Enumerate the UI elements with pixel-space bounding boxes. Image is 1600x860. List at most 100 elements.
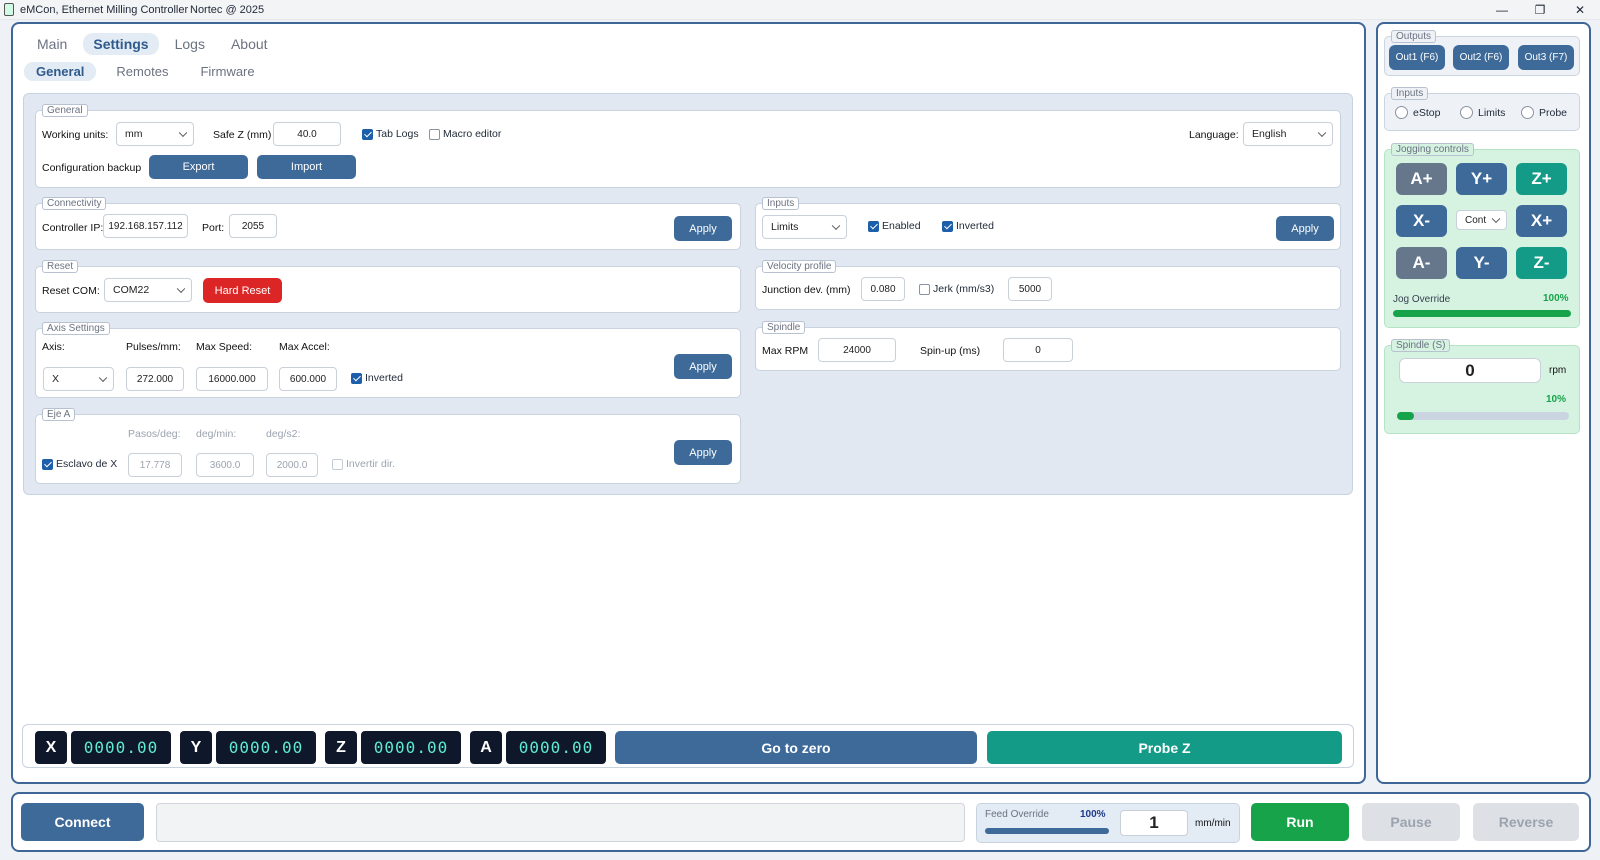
feed-override-slider[interactable] xyxy=(985,828,1109,834)
a-position: 0000.00 xyxy=(506,731,606,764)
pulses-input[interactable]: 272.000 xyxy=(126,367,184,391)
tab-logs[interactable]: Logs xyxy=(165,33,215,55)
jog-z-minus-button[interactable]: Z- xyxy=(1516,247,1567,279)
pasos-input[interactable]: 17.778 xyxy=(128,453,182,477)
max-accel-input[interactable]: 600.000 xyxy=(279,367,337,391)
chevron-down-icon xyxy=(178,128,188,138)
jog-x-minus-button[interactable]: X- xyxy=(1396,205,1447,237)
working-units-label: Working units: xyxy=(42,129,109,141)
out1-button[interactable]: Out1 (F6) xyxy=(1389,45,1445,70)
axis-apply-button[interactable]: Apply xyxy=(674,354,732,379)
max-rpm-input[interactable]: 24000 xyxy=(818,338,896,362)
junction-dev-input[interactable]: 0.080 xyxy=(861,277,905,301)
inputs-config-legend: Inputs xyxy=(762,197,800,210)
eje-a-apply-button[interactable]: Apply xyxy=(674,440,732,465)
settings-subtabs: General Remotes Firmware xyxy=(24,62,267,81)
spindle-config-group: Spindle Max RPM 24000 Spin-up (ms) 0 xyxy=(755,321,1341,371)
jogging-legend: Jogging controls xyxy=(1391,143,1474,156)
subtab-firmware[interactable]: Firmware xyxy=(188,62,266,81)
axis-settings-legend: Axis Settings xyxy=(42,322,110,335)
inputs-status-legend: Inputs xyxy=(1391,87,1429,100)
reset-group: Reset Reset COM: COM22 Hard Reset xyxy=(35,260,741,313)
import-button[interactable]: Import xyxy=(257,155,356,179)
controller-ip-input[interactable]: 192.168.157.112 xyxy=(103,214,188,238)
feed-input[interactable]: 1 xyxy=(1120,810,1188,836)
jogging-group: Jogging controls A+ Y+ Z+ X- Cont X+ A- … xyxy=(1384,143,1580,328)
port-input[interactable]: 2055 xyxy=(229,214,277,238)
spindle-rpm-unit: rpm xyxy=(1549,365,1567,376)
jog-a-minus-button[interactable]: A- xyxy=(1396,247,1447,279)
chevron-down-icon xyxy=(831,221,841,231)
inputs-config-group: Inputs Limits Enabled Inverted Apply xyxy=(755,197,1341,250)
safe-z-input[interactable]: 40.0 xyxy=(273,122,341,146)
tab-settings[interactable]: Settings xyxy=(83,33,159,55)
input-enabled-checkbox[interactable]: Enabled xyxy=(868,220,921,232)
z-axis-label: Z xyxy=(325,731,357,764)
jerk-input[interactable]: 5000 xyxy=(1008,277,1052,301)
jog-override-slider[interactable] xyxy=(1393,310,1571,317)
spindle-slider[interactable] xyxy=(1397,412,1569,420)
jog-mode-select[interactable]: Cont xyxy=(1456,210,1507,230)
reset-com-select[interactable]: COM22 xyxy=(104,278,192,302)
feed-override-group: Feed Override 100% 1 mm/min xyxy=(976,803,1240,843)
connectivity-apply-button[interactable]: Apply xyxy=(674,216,732,241)
tab-about[interactable]: About xyxy=(221,33,278,55)
close-icon[interactable]: ✕ xyxy=(1566,2,1594,18)
spindle-percent: 10% xyxy=(1546,394,1567,405)
spindle-rpm-value[interactable]: 0 xyxy=(1399,358,1541,383)
probe-z-button[interactable]: Probe Z xyxy=(987,731,1342,764)
jog-x-plus-button[interactable]: X+ xyxy=(1516,205,1567,237)
feed-override-label: Feed Override xyxy=(985,809,1049,820)
degs2-input[interactable]: 2000.0 xyxy=(266,453,318,477)
jog-a-plus-button[interactable]: A+ xyxy=(1396,163,1447,195)
window-title: eMCon, Ethernet Milling Controller xyxy=(20,4,189,16)
title-bar: eMCon, Ethernet Milling Controller Norte… xyxy=(0,0,1600,20)
run-button[interactable]: Run xyxy=(1251,803,1349,841)
chevron-down-icon xyxy=(1491,214,1501,224)
z-position: 0000.00 xyxy=(361,731,461,764)
esclavo-checkbox[interactable]: Esclavo de X xyxy=(42,458,117,470)
axis-select[interactable]: X xyxy=(43,367,114,391)
inputs-apply-button[interactable]: Apply xyxy=(1276,216,1334,241)
outputs-legend: Outputs xyxy=(1391,30,1437,43)
connectivity-legend: Connectivity xyxy=(42,197,107,210)
working-units-select[interactable]: mm xyxy=(116,122,194,146)
degmin-input[interactable]: 3600.0 xyxy=(196,453,254,477)
jog-y-plus-button[interactable]: Y+ xyxy=(1456,163,1507,195)
go-to-zero-button[interactable]: Go to zero xyxy=(615,731,977,764)
jog-override-fill xyxy=(1393,310,1571,317)
export-button[interactable]: Export xyxy=(149,155,248,179)
axis-inverted-checkbox[interactable]: Inverted xyxy=(351,372,403,384)
out2-button[interactable]: Out2 (F6) xyxy=(1453,45,1509,70)
spindle-panel: Spindle (S) 0 rpm 10% xyxy=(1384,339,1580,434)
degs2-label: deg/s2: xyxy=(266,428,301,440)
general-group: General Working units: mm Safe Z (mm) 40… xyxy=(35,104,1341,188)
tab-main[interactable]: Main xyxy=(27,33,77,55)
subtab-remotes[interactable]: Remotes xyxy=(104,62,180,81)
invertir-checkbox[interactable]: Invertir dir. xyxy=(332,458,395,470)
reverse-button[interactable]: Reverse xyxy=(1473,803,1579,841)
a-axis-label: A xyxy=(470,731,502,764)
connect-button[interactable]: Connect xyxy=(21,803,144,841)
input-inverted-checkbox[interactable]: Inverted xyxy=(942,220,994,232)
velocity-profile-legend: Velocity profile xyxy=(762,260,837,273)
inputs-select[interactable]: Limits xyxy=(762,215,847,239)
tab-logs-checkbox[interactable]: Tab Logs xyxy=(362,128,419,140)
jog-z-plus-button[interactable]: Z+ xyxy=(1516,163,1567,195)
max-rpm-label: Max RPM xyxy=(762,345,809,357)
jog-y-minus-button[interactable]: Y- xyxy=(1456,247,1507,279)
minimize-icon[interactable]: — xyxy=(1488,2,1516,18)
x-position: 0000.00 xyxy=(71,731,171,764)
general-legend: General xyxy=(42,104,88,117)
max-speed-input[interactable]: 16000.000 xyxy=(196,367,268,391)
spinup-input[interactable]: 0 xyxy=(1003,338,1073,362)
outputs-group: Outputs Out1 (F6) Out2 (F6) Out3 (F7) xyxy=(1384,30,1580,76)
language-select[interactable]: English xyxy=(1243,122,1333,146)
pause-button[interactable]: Pause xyxy=(1362,803,1460,841)
macro-editor-checkbox[interactable]: Macro editor xyxy=(429,128,501,140)
jerk-checkbox[interactable]: Jerk (mm/s3) xyxy=(919,283,994,295)
maximize-icon[interactable]: ❐ xyxy=(1526,2,1554,18)
out3-button[interactable]: Out3 (F7) xyxy=(1518,45,1574,70)
subtab-general[interactable]: General xyxy=(24,62,97,81)
hard-reset-button[interactable]: Hard Reset xyxy=(203,278,282,303)
